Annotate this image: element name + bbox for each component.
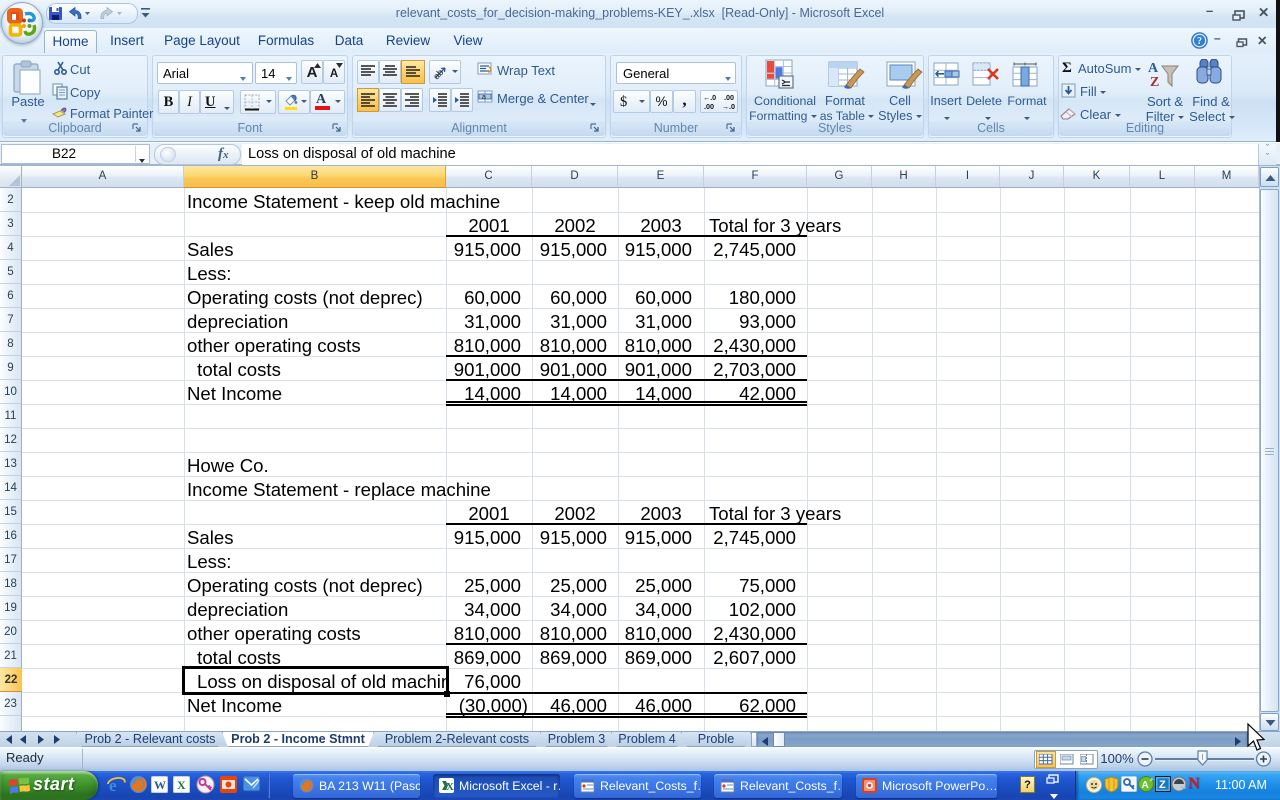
svg-text:?: ? <box>1197 36 1202 47</box>
svg-text:Z: Z <box>1150 75 1159 90</box>
svg-text:W: W <box>154 778 166 792</box>
svg-text:Z: Z <box>1159 779 1166 791</box>
svg-text:X: X <box>177 778 186 792</box>
svg-text:a: a <box>482 94 486 101</box>
svg-text:A: A <box>1148 61 1159 76</box>
svg-text:A: A <box>1142 780 1149 791</box>
svg-text:X: X <box>446 781 454 793</box>
